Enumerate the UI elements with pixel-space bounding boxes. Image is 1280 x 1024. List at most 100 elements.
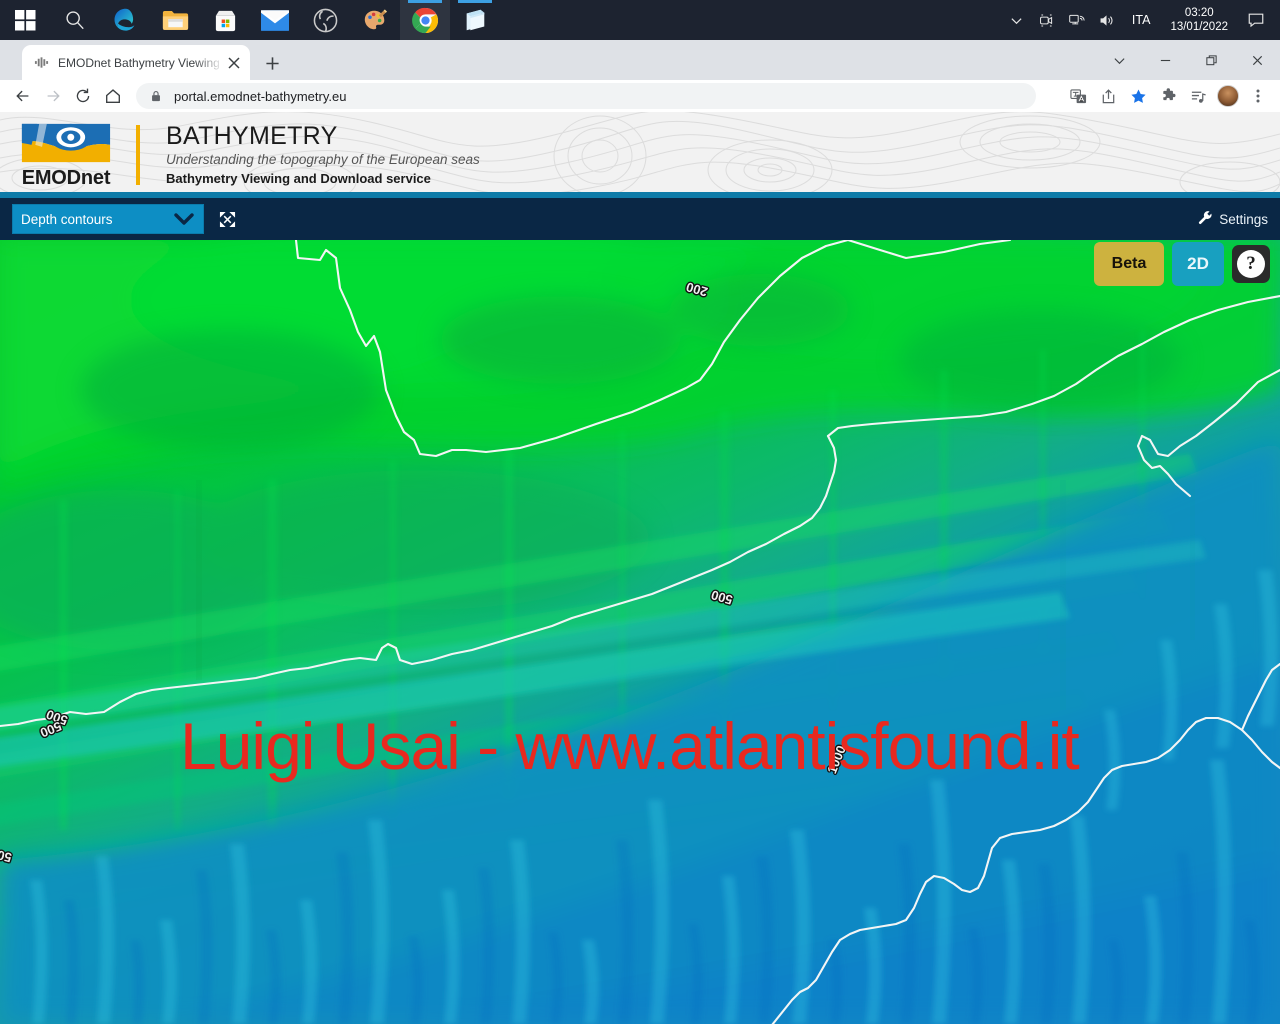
system-tray: ITA 03:20 13/01/2022 bbox=[1002, 0, 1280, 40]
obs-button[interactable] bbox=[300, 0, 350, 40]
action-center-icon bbox=[1248, 13, 1264, 28]
volume-icon bbox=[1100, 14, 1113, 26]
close-icon bbox=[228, 56, 240, 69]
browser-tab[interactable]: EMODnet Bathymetry Viewing an bbox=[22, 45, 250, 80]
maximize-restore-button[interactable] bbox=[1188, 44, 1234, 76]
microsoft-store-button[interactable] bbox=[200, 0, 250, 40]
search-icon bbox=[66, 11, 84, 30]
tab-strip: EMODnet Bathymetry Viewing an bbox=[0, 40, 1280, 80]
emodnet-logo[interactable]: EMODnet bbox=[10, 120, 122, 190]
network-icon bbox=[1069, 14, 1086, 24]
layer-select-value: Depth contours bbox=[21, 211, 113, 227]
fullscreen-expand-button[interactable] bbox=[210, 204, 244, 234]
extensions-puzzle-icon bbox=[1162, 87, 1175, 100]
beta-button[interactable]: Beta bbox=[1094, 242, 1164, 286]
folder-icon bbox=[162, 11, 188, 30]
forward-arrow-icon bbox=[47, 90, 60, 102]
emodnet-logo-icon bbox=[21, 123, 111, 163]
taskbar-pinned-apps bbox=[0, 0, 500, 40]
share-button[interactable] bbox=[1094, 82, 1122, 110]
restore-icon bbox=[1205, 54, 1217, 65]
bathymetry-map[interactable]: 200 500 1000 500 500 500 Luigi Usai - ww… bbox=[0, 240, 1280, 1024]
chrome-button[interactable] bbox=[400, 0, 450, 40]
media-controls-button[interactable] bbox=[1184, 82, 1212, 110]
show-hidden-icons-button[interactable] bbox=[1002, 0, 1032, 40]
fullscreen-expand-icon bbox=[219, 211, 235, 227]
settings-button[interactable]: Settings bbox=[1198, 210, 1268, 228]
layer-select[interactable]: Depth contours bbox=[12, 204, 204, 234]
sticky-notes-button[interactable] bbox=[450, 0, 500, 40]
home-icon bbox=[106, 89, 120, 103]
bookmark-star-button[interactable] bbox=[1124, 82, 1152, 110]
edge-icon bbox=[114, 8, 134, 31]
clock[interactable]: 03:20 13/01/2022 bbox=[1160, 0, 1238, 40]
back-button[interactable] bbox=[8, 81, 38, 111]
settings-label: Settings bbox=[1219, 211, 1268, 227]
bathymetry-raster bbox=[0, 240, 1280, 1024]
tab-close-button[interactable] bbox=[224, 53, 244, 73]
tab-search-button[interactable] bbox=[1096, 44, 1142, 76]
start-button[interactable] bbox=[0, 0, 50, 40]
bathymetry-favicon bbox=[32, 54, 50, 72]
profile-button[interactable] bbox=[1214, 82, 1242, 110]
share-icon bbox=[1102, 88, 1114, 103]
bookmark-star-icon bbox=[1130, 89, 1146, 103]
window-controls bbox=[1096, 40, 1280, 80]
page-subtitle: Understanding the topography of the Euro… bbox=[166, 152, 480, 167]
translate-button[interactable] bbox=[1064, 82, 1092, 110]
toolbar-actions bbox=[1064, 82, 1272, 110]
address-bar[interactable]: portal.emodnet-bathymetry.eu bbox=[136, 83, 1036, 109]
windows-taskbar: ITA 03:20 13/01/2022 bbox=[0, 0, 1280, 40]
watermark-text: Luigi Usai - www.atlantisfound.it bbox=[180, 709, 1080, 783]
close-icon bbox=[1252, 55, 1262, 65]
camera-icon bbox=[1040, 13, 1053, 27]
forward-button[interactable] bbox=[38, 81, 68, 111]
emodnet-wordmark: EMODnet bbox=[21, 167, 111, 189]
help-icon: ? bbox=[1237, 250, 1265, 278]
map-controls: Beta 2D ? bbox=[1094, 242, 1270, 286]
reload-button[interactable] bbox=[68, 81, 98, 111]
mail-icon bbox=[261, 9, 289, 31]
store-icon bbox=[215, 10, 235, 31]
windows-logo-icon bbox=[14, 9, 35, 30]
minimize-button[interactable] bbox=[1142, 44, 1188, 76]
tab-title: EMODnet Bathymetry Viewing an bbox=[58, 55, 224, 70]
service-line: Bathymetry Viewing and Download service bbox=[166, 171, 431, 186]
dimension-toggle-button[interactable]: 2D bbox=[1172, 242, 1224, 286]
lock-icon bbox=[148, 88, 164, 104]
volume-tray-button[interactable] bbox=[1092, 0, 1122, 40]
mail-button[interactable] bbox=[250, 0, 300, 40]
obs-icon bbox=[313, 8, 337, 32]
avatar bbox=[1217, 85, 1239, 107]
search-button[interactable] bbox=[50, 0, 100, 40]
clock-time: 03:20 bbox=[1184, 7, 1214, 19]
minimize-icon bbox=[1160, 59, 1170, 61]
file-explorer-button[interactable] bbox=[150, 0, 200, 40]
chevron-down-icon bbox=[1113, 57, 1125, 64]
browser-chrome: EMODnet Bathymetry Viewing an portal.emo… bbox=[0, 40, 1280, 112]
edge-button[interactable] bbox=[100, 0, 150, 40]
network-tray-button[interactable] bbox=[1062, 0, 1092, 40]
header-text-block: BATHYMETRY Understanding the topography … bbox=[166, 122, 480, 188]
home-button[interactable] bbox=[98, 81, 128, 111]
new-tab-button[interactable] bbox=[258, 49, 286, 77]
browser-toolbar: portal.emodnet-bathymetry.eu bbox=[0, 80, 1280, 112]
chrome-menu-icon bbox=[1256, 89, 1260, 103]
language-indicator[interactable]: ITA bbox=[1122, 0, 1161, 40]
reload-icon bbox=[76, 88, 90, 103]
page-title: BATHYMETRY bbox=[166, 122, 338, 150]
chrome-icon bbox=[411, 7, 438, 33]
paint-button[interactable] bbox=[350, 0, 400, 40]
map-toolbar: Depth contours Settings bbox=[0, 198, 1280, 240]
header-divider bbox=[136, 125, 140, 185]
chevron-down-icon bbox=[173, 212, 195, 226]
close-window-button[interactable] bbox=[1234, 44, 1280, 76]
camera-tray-button[interactable] bbox=[1032, 0, 1062, 40]
media-controls-icon bbox=[1191, 91, 1206, 103]
back-arrow-icon bbox=[16, 90, 29, 102]
action-center-button[interactable] bbox=[1238, 0, 1274, 40]
extensions-button[interactable] bbox=[1154, 82, 1182, 110]
chrome-menu-button[interactable] bbox=[1244, 82, 1272, 110]
site-header-content: EMODnet BATHYMETRY Understanding the top… bbox=[0, 112, 1280, 198]
help-button[interactable]: ? bbox=[1232, 245, 1270, 283]
